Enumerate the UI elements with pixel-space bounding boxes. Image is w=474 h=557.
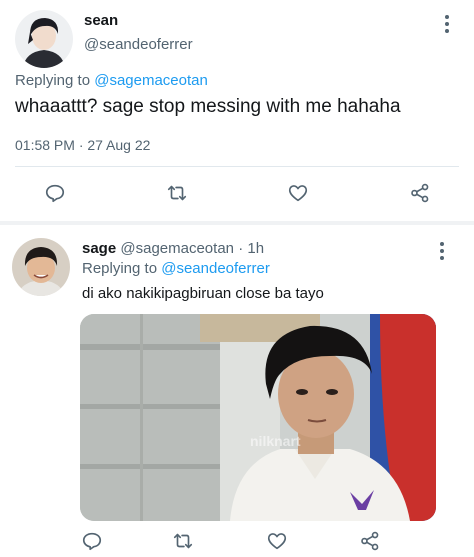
reply-icon[interactable] — [79, 528, 105, 554]
share-icon[interactable] — [357, 528, 383, 554]
attached-photo[interactable]: nilknart — [80, 314, 436, 521]
display-name[interactable]: sean — [84, 12, 118, 29]
tweet-text: di ako nakikipagbiruan close ba tayo — [82, 285, 324, 302]
watermark: nilknart — [250, 433, 301, 449]
like-icon[interactable] — [285, 180, 311, 206]
reply-icon[interactable] — [42, 180, 68, 206]
retweet-icon[interactable] — [170, 528, 196, 554]
replying-to-label: Replying to — [82, 260, 158, 277]
divider — [15, 166, 459, 167]
replying-to: Replying to @seandeoferrer — [82, 260, 270, 277]
share-icon[interactable] — [407, 180, 433, 206]
timestamp[interactable]: 01:58 PM · 27 Aug 22 — [15, 137, 150, 153]
more-options-icon[interactable] — [436, 242, 448, 260]
replying-to: Replying to @sagemaceotan — [15, 72, 208, 89]
like-icon[interactable] — [264, 528, 290, 554]
time-ago[interactable]: · 1h — [238, 240, 264, 257]
more-options-icon[interactable] — [441, 15, 453, 33]
replying-to-handle[interactable]: @sagemaceotan — [94, 72, 208, 89]
avatar-sean[interactable] — [15, 10, 73, 68]
avatar-sage[interactable] — [12, 238, 70, 296]
tweet-text: whaaattt? sage stop messing with me haha… — [15, 96, 401, 117]
reply-header: sage @sagemaceotan · 1h — [82, 240, 264, 257]
handle[interactable]: @sagemaceotan — [120, 240, 234, 257]
replying-to-label: Replying to — [15, 72, 91, 89]
section-separator — [0, 221, 474, 225]
display-name[interactable]: sage — [82, 240, 116, 257]
replying-to-handle[interactable]: @seandeoferrer — [161, 260, 270, 277]
retweet-icon[interactable] — [164, 180, 190, 206]
handle[interactable]: @seandeoferrer — [84, 36, 193, 53]
